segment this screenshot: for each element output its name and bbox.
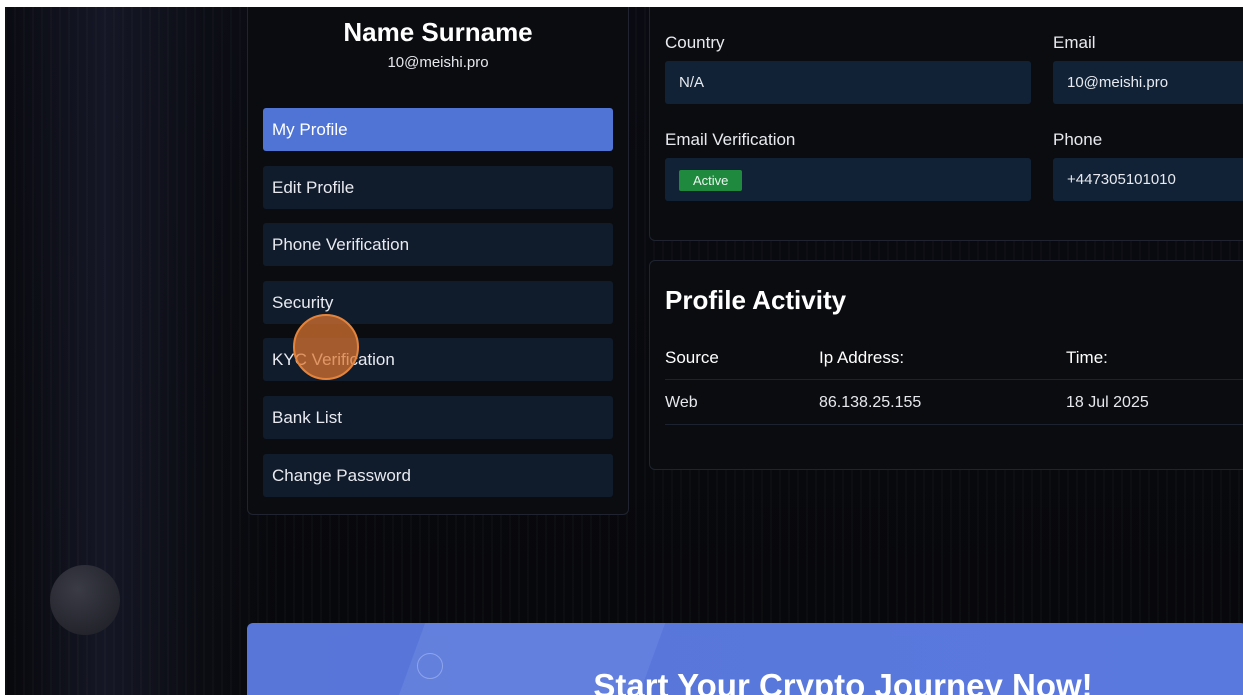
menu-item-phone-verification[interactable]: Phone Verification: [263, 223, 613, 266]
phone-label: Phone: [1053, 130, 1103, 149]
activity-title: Profile Activity: [665, 285, 847, 315]
profile-info-card: Country N/A Email 10@meishi.pro Email Ve…: [649, 7, 1243, 241]
profile-email: 10@meishi.pro: [387, 54, 489, 71]
table-divider: [665, 379, 1243, 380]
column-header-ip-address: Ip Address:: [819, 348, 905, 367]
profile-activity-card: Profile Activity Source Ip Address: Time…: [649, 260, 1243, 470]
country-field: N/A: [665, 61, 1031, 104]
profile-name: Name Surname: [343, 17, 533, 47]
profile-sidebar: Name Surname 10@meishi.pro My Profile Ed…: [247, 7, 629, 515]
banner-headline: Start Your Crypto Journey Now!: [593, 667, 1093, 695]
column-header-time: Time:: [1066, 348, 1108, 367]
menu-item-bank-list[interactable]: Bank List: [263, 396, 613, 439]
cell-source: Web: [665, 394, 698, 411]
status-badge: Active: [679, 169, 743, 191]
cta-banner: Start Your Crypto Journey Now!: [247, 623, 1243, 695]
menu-item-change-password[interactable]: Change Password: [263, 454, 613, 497]
email-verification-label: Email Verification: [665, 130, 796, 149]
email-verification-field: Active: [665, 158, 1031, 201]
app-viewport: Name Surname 10@meishi.pro My Profile Ed…: [5, 7, 1243, 695]
email-label: Email: [1053, 33, 1096, 52]
background-orb: [50, 565, 120, 635]
menu-item-my-profile[interactable]: My Profile: [263, 108, 613, 151]
column-header-source: Source: [665, 348, 719, 367]
click-indicator: [293, 314, 359, 380]
table-divider: [665, 424, 1243, 425]
country-label: Country: [665, 33, 725, 52]
phone-field: +447305101010: [1053, 158, 1243, 201]
cell-ip-address: 86.138.25.155: [819, 394, 922, 411]
email-field: 10@meishi.pro: [1053, 61, 1243, 104]
cell-time: 18 Jul 2025: [1066, 394, 1149, 411]
menu-item-edit-profile[interactable]: Edit Profile: [263, 166, 613, 209]
